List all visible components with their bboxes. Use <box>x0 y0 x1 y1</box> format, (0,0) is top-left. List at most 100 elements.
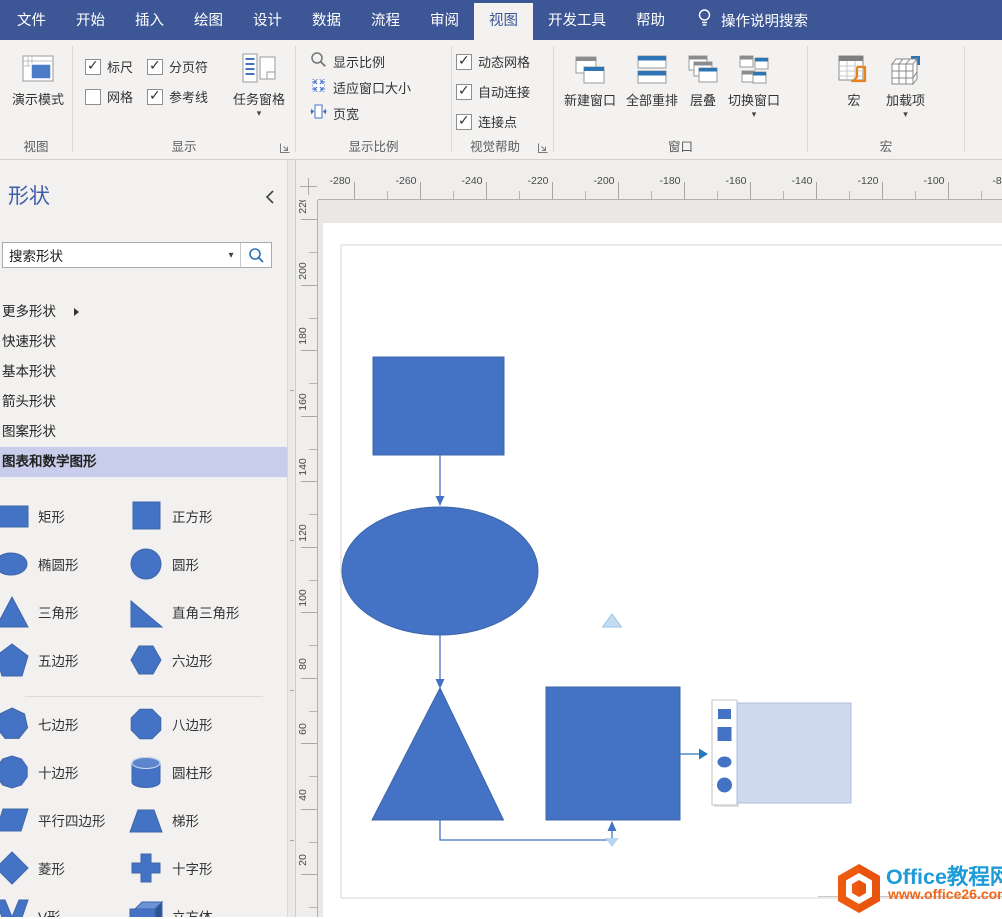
canvas-shape-0[interactable] <box>373 357 504 455</box>
ribbon-checkbox-2[interactable]: 连接点 <box>456 112 530 131</box>
quick-shape-rect-icon[interactable] <box>718 709 731 719</box>
shape-master-label: 六边形 <box>172 650 213 670</box>
panel-splitter[interactable] <box>287 160 296 917</box>
ribbon-button-1[interactable]: 适应窗口大小 <box>310 74 411 100</box>
zoom-button-list: 显示比例适应窗口大小页宽 <box>310 48 411 126</box>
ribbon-bigbutton-1[interactable]: 加载项▾ <box>882 45 929 121</box>
checkbox-label: 参考线 <box>169 87 208 106</box>
quick-shape-ellipse-icon[interactable] <box>718 757 732 768</box>
visual-aids-checkbox-grid: 动态网格自动连接连接点 <box>456 52 530 131</box>
ribbon-bigbutton-3[interactable]: 切换窗口▾ <box>724 45 784 121</box>
menu-tab-3[interactable]: 绘图 <box>179 3 238 40</box>
hruler-tick <box>354 182 355 200</box>
hruler-minor-tick <box>651 191 652 200</box>
presentation-mode-icon <box>22 46 54 92</box>
shape-master-15[interactable]: 十字形 <box>128 844 258 892</box>
shape-master-17[interactable]: 立方体 <box>128 892 258 917</box>
watermark-logo-icon <box>835 862 883 919</box>
canvas-shape-1[interactable] <box>342 507 538 635</box>
presentation-mode-label: 演示模式 <box>12 92 64 107</box>
menu-tab-5[interactable]: 数据 <box>297 3 356 40</box>
shape-master-0[interactable]: 矩形 <box>0 492 124 540</box>
tell-me-label: 操作说明搜索 <box>721 10 808 31</box>
rect-shape-icon <box>0 498 34 534</box>
task-pane-button[interactable]: 任务窗格 ▾ <box>219 44 299 120</box>
menu-tab-2[interactable]: 插入 <box>120 3 179 40</box>
ribbon-checkbox-1[interactable]: 自动连接 <box>456 82 530 101</box>
menu-tab-1[interactable]: 开始 <box>61 3 120 40</box>
checkbox-checked-icon[interactable] <box>456 114 472 130</box>
shape-master-2[interactable]: 椭圆形 <box>0 540 124 588</box>
ribbon-button-0[interactable]: 显示比例 <box>310 48 411 74</box>
shape-master-8[interactable]: 七边形 <box>0 700 124 748</box>
macro-button-list: 宏加载项▾ <box>834 45 929 121</box>
fit-icon <box>310 77 327 97</box>
quick-shape-circle-icon[interactable] <box>717 778 732 793</box>
shape-master-14[interactable]: 菱形 <box>0 844 124 892</box>
shape-row-6: 平行四边形梯形 <box>0 796 287 844</box>
checkbox-checked-icon[interactable] <box>456 84 472 100</box>
vruler-label: 220 <box>297 200 317 225</box>
shape-master-10[interactable]: 十边形 <box>0 748 124 796</box>
checkbox-checked-icon[interactable] <box>147 89 163 105</box>
shape-master-16[interactable]: V形 <box>0 892 124 917</box>
shape-master-7[interactable]: 六边形 <box>128 636 258 684</box>
drawing-canvas[interactable] <box>318 200 1002 917</box>
shape-master-9[interactable]: 八边形 <box>128 700 258 748</box>
button-label: 显示比例 <box>333 52 385 71</box>
menu-tab-4[interactable]: 设计 <box>238 3 297 40</box>
ribbon-checkbox-2[interactable]: 网格 <box>85 87 147 106</box>
hruler-tick <box>486 182 487 200</box>
tell-me-search[interactable]: 操作说明搜索 <box>696 0 808 40</box>
shape-master-13[interactable]: 梯形 <box>128 796 258 844</box>
hexagon-shape-icon <box>128 642 168 678</box>
presentation-mode-button[interactable]: 演示模式 <box>3 44 73 109</box>
shape-master-1[interactable]: 正方形 <box>128 492 258 540</box>
ribbon-bigbutton-1[interactable]: 全部重排 <box>622 45 682 121</box>
cross-shape-icon <box>128 850 168 886</box>
vruler-tick <box>301 285 317 286</box>
ribbon-group-display: 标尺分页符网格参考线 任务窗格 ▾ 显示 <box>73 40 295 159</box>
menu-tab-10[interactable]: 帮助 <box>621 3 680 40</box>
chevron-down-icon: ▾ <box>257 109 262 118</box>
ribbon-bigbutton-2[interactable]: 层叠 <box>684 45 722 121</box>
menu-tab-7[interactable]: 审阅 <box>415 3 474 40</box>
shape-master-6[interactable]: 五边形 <box>0 636 124 684</box>
shape-master-12[interactable]: 平行四边形 <box>0 796 124 844</box>
menu-tab-0[interactable]: 文件 <box>2 3 61 40</box>
checkbox-checked-icon[interactable] <box>456 54 472 70</box>
menu-tab-9[interactable]: 开发工具 <box>533 3 621 40</box>
menu-tab-8[interactable]: 视图 <box>474 3 533 40</box>
arrangeall-icon <box>637 47 667 93</box>
group-label-window: 窗口 <box>554 136 807 155</box>
quick-shape-square-icon[interactable] <box>718 727 732 741</box>
ribbon-checkbox-0[interactable]: 标尺 <box>85 57 147 76</box>
canvas-shape-3[interactable] <box>546 687 680 820</box>
hruler-label: -80 <box>978 175 1002 187</box>
square-shape-icon <box>128 498 168 534</box>
ribbon-bigbutton-0[interactable]: 新建窗口 <box>560 45 620 121</box>
shape-master-label: 三角形 <box>38 602 79 622</box>
shape-master-label: 十边形 <box>38 762 79 782</box>
shape-master-11[interactable]: 圆柱形 <box>128 748 258 796</box>
ribbon-checkbox-0[interactable]: 动态网格 <box>456 52 530 71</box>
checkbox-checked-icon[interactable] <box>147 59 163 75</box>
dialog-launcher-icon[interactable] <box>537 141 549 153</box>
shape-master-3[interactable]: 圆形 <box>128 540 258 588</box>
ribbon-bigbutton-0[interactable]: 宏 <box>834 45 874 121</box>
dialog-launcher-icon[interactable] <box>279 141 291 153</box>
menu-tab-6[interactable]: 流程 <box>356 3 415 40</box>
checkbox-label: 分页符 <box>169 57 208 76</box>
vruler-tick <box>301 547 317 548</box>
shape-master-5[interactable]: 直角三角形 <box>128 588 258 636</box>
cube-shape-icon <box>128 898 168 917</box>
shape-master-4[interactable]: 三角形 <box>0 588 124 636</box>
hruler-minor-tick <box>519 191 520 200</box>
shape-master-label: 正方形 <box>172 506 213 526</box>
shape-master-label: 七边形 <box>38 714 79 734</box>
ribbon-button-2[interactable]: 页宽 <box>310 100 411 126</box>
checkbox-checked-icon[interactable] <box>85 59 101 75</box>
checkbox-unchecked-icon[interactable] <box>85 89 101 105</box>
vertical-ruler: 22020018016014012010080604020 <box>296 200 318 917</box>
vruler-tick <box>301 416 317 417</box>
